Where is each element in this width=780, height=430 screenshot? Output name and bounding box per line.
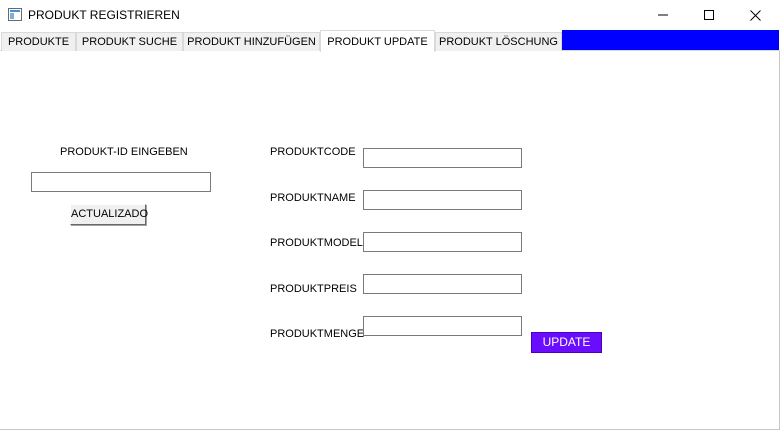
actualizado-button[interactable]: ACTUALIZADO (70, 204, 148, 225)
product-id-input[interactable] (31, 172, 211, 192)
product-id-label: PRODUKT-ID EINGEBEN (60, 146, 188, 158)
maximize-button[interactable] (686, 0, 732, 30)
produktname-input[interactable] (363, 190, 522, 210)
tab-bar: PRODUKTE PRODUKT SUCHE PRODUKT HINZUFÜGE… (0, 30, 780, 52)
tab-produkt-loeschung[interactable]: PRODUKT LÖSCHUNG (435, 32, 562, 51)
produktpreis-input[interactable] (363, 274, 522, 294)
produktpreis-label: PRODUKTPREIS (270, 283, 357, 295)
produktname-label: PRODUKTNAME (270, 192, 356, 204)
minimize-icon (658, 14, 668, 16)
produktmenge-label: PRODUKTMENGE (270, 328, 365, 340)
title-bar: PRODUKT REGISTRIEREN (0, 0, 780, 30)
tab-panel-update: PRODUKT-ID EINGEBEN ACTUALIZADO PRODUKTC… (0, 51, 779, 429)
tab-produkte[interactable]: PRODUKTE (1, 32, 76, 51)
close-button[interactable] (732, 0, 778, 30)
produktmodell-input[interactable] (363, 232, 522, 252)
close-icon (749, 9, 761, 21)
app-window: PRODUKT REGISTRIEREN PRODUKTE PRODUKT SU… (0, 0, 780, 430)
update-button[interactable]: UPDATE (531, 332, 602, 353)
produktcode-label: PRODUKTCODE (270, 146, 356, 158)
produktmenge-input[interactable] (363, 316, 522, 336)
tab-produkt-suche[interactable]: PRODUKT SUCHE (76, 32, 183, 51)
tab-produkt-hinzufuegen[interactable]: PRODUKT HINZUFÜGEN (183, 32, 320, 51)
tab-bar-fill (562, 30, 779, 50)
produktmodell-label: PRODUKTMODELL (270, 237, 370, 249)
window-title: PRODUKT REGISTRIEREN (28, 8, 180, 22)
produktcode-input[interactable] (363, 148, 522, 168)
tab-produkt-update[interactable]: PRODUKT UPDATE (320, 30, 435, 52)
maximize-icon (704, 10, 714, 20)
app-icon (8, 8, 22, 21)
minimize-button[interactable] (640, 0, 686, 30)
